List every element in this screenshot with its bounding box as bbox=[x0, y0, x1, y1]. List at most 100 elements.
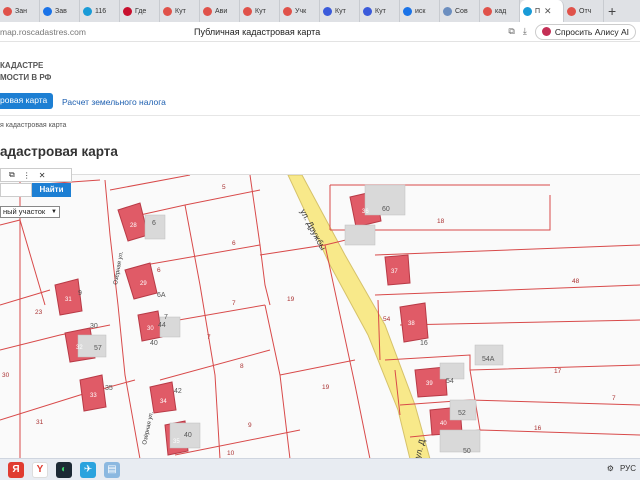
svg-text:34: 34 bbox=[160, 399, 167, 405]
browser-tab[interactable]: Сов bbox=[440, 0, 480, 22]
svg-text:35: 35 bbox=[105, 385, 113, 392]
svg-text:40: 40 bbox=[440, 421, 447, 427]
svg-text:54: 54 bbox=[446, 378, 454, 385]
svg-text:19: 19 bbox=[322, 384, 330, 391]
browser-tab[interactable]: 116 bbox=[80, 0, 120, 22]
browser-tab[interactable]: Зав bbox=[40, 0, 80, 22]
download-icon[interactable]: ⤓ bbox=[523, 26, 527, 37]
street-label: Озёрная ул. bbox=[142, 411, 155, 446]
alice-icon bbox=[541, 27, 551, 36]
close-icon[interactable]: ✕ bbox=[39, 171, 46, 180]
page-title: Публичная кадастровая карта bbox=[194, 26, 321, 37]
svg-text:10: 10 bbox=[227, 450, 235, 457]
svg-text:54: 54 bbox=[383, 316, 391, 323]
svg-text:19: 19 bbox=[287, 296, 295, 303]
copy-icon[interactable]: ⧉ bbox=[9, 170, 15, 180]
svg-text:16: 16 bbox=[420, 340, 428, 347]
cadastral-search-input[interactable] bbox=[0, 183, 32, 197]
tab-favicon-icon bbox=[283, 6, 292, 16]
yandex-icon[interactable]: Y bbox=[32, 461, 48, 478]
object-type-select[interactable]: ный участок ▼ bbox=[0, 206, 60, 218]
svg-text:31: 31 bbox=[36, 419, 44, 426]
browser-tab[interactable]: П ✕ bbox=[520, 0, 564, 22]
tab-label: кад bbox=[495, 7, 507, 15]
browser-tab[interactable]: кад bbox=[480, 0, 520, 22]
tab-label: Учк bbox=[295, 7, 307, 15]
svg-text:30: 30 bbox=[2, 372, 10, 379]
svg-text:40: 40 bbox=[184, 432, 192, 439]
browser-tab[interactable]: иск bbox=[400, 0, 440, 22]
site-logo-text: КАДАСТРЕ МОСТИ В РФ bbox=[0, 60, 51, 84]
alice-button[interactable]: Спросить Алису AI bbox=[534, 23, 636, 40]
svg-text:60: 60 bbox=[382, 206, 390, 213]
svg-text:6A: 6A bbox=[157, 292, 166, 299]
tab-label: Кут bbox=[175, 7, 186, 15]
copy-icon[interactable]: ⧉ bbox=[508, 26, 514, 37]
browser-tab[interactable]: Отч bbox=[564, 0, 604, 22]
tab-label: П bbox=[535, 7, 541, 15]
building-labels: 28 29 30 31 32 33 34 35 36 37 38 39 40 bbox=[65, 209, 447, 445]
terminal-icon[interactable]: ◐ bbox=[56, 461, 72, 478]
browser-tab[interactable]: Зан bbox=[0, 0, 40, 22]
svg-text:39: 39 bbox=[426, 381, 433, 387]
tab-label: Где bbox=[135, 7, 147, 15]
svg-text:50: 50 bbox=[463, 448, 471, 455]
find-button[interactable]: Найти bbox=[32, 183, 71, 197]
telegram-icon[interactable]: ✈ bbox=[80, 461, 96, 478]
svg-text:42: 42 bbox=[174, 388, 182, 395]
chevron-down-icon: ▼ bbox=[51, 209, 57, 215]
tab-favicon-icon bbox=[323, 6, 332, 16]
nav-tab-cadastral-map[interactable]: ровая карта bbox=[0, 93, 54, 109]
tab-label: Зан bbox=[15, 7, 27, 15]
more-icon[interactable]: ⋮ bbox=[23, 171, 31, 180]
new-tab-icon[interactable]: + bbox=[608, 3, 616, 19]
tab-favicon-icon bbox=[43, 6, 52, 16]
notepad-icon[interactable]: ▤ bbox=[104, 461, 120, 478]
site-nav: ровая карта Расчет земельного налога bbox=[0, 88, 640, 116]
tab-label: Кут bbox=[255, 7, 266, 15]
language-indicator[interactable]: РУС bbox=[620, 464, 636, 473]
tab-favicon-icon bbox=[243, 6, 252, 16]
browser-tab[interactable]: Где bbox=[120, 0, 160, 22]
svg-text:17: 17 bbox=[554, 368, 562, 375]
page-heading: адастровая карта bbox=[0, 144, 118, 159]
tab-favicon-icon bbox=[483, 6, 492, 16]
svg-text:7: 7 bbox=[164, 314, 168, 321]
tab-favicon-icon bbox=[203, 6, 212, 16]
tab-favicon-icon bbox=[443, 6, 452, 16]
map-canvas[interactable]: 5 6 6 7 7 8 9 19 19 18 48 17 16 7 23 30 … bbox=[0, 175, 640, 458]
tab-label: 116 bbox=[95, 7, 107, 15]
svg-text:7: 7 bbox=[612, 395, 616, 402]
svg-text:23: 23 bbox=[35, 309, 43, 316]
nav-tab-land-tax[interactable]: Расчет земельного налога bbox=[62, 97, 166, 107]
svg-text:9: 9 bbox=[78, 290, 82, 297]
yandex-browser-icon[interactable]: Я bbox=[8, 461, 24, 478]
cadastral-map[interactable]: 5 6 6 7 7 8 9 19 19 18 48 17 16 7 23 30 … bbox=[0, 174, 640, 458]
map-toolbox: ⧉ ⋮ ✕ bbox=[0, 168, 72, 182]
tab-favicon-icon bbox=[3, 6, 12, 16]
settings-icon[interactable]: ⚙ bbox=[607, 464, 614, 473]
svg-text:7: 7 bbox=[232, 300, 236, 307]
tab-label: Кут bbox=[375, 7, 386, 15]
svg-text:40: 40 bbox=[150, 340, 158, 347]
browser-tab[interactable]: Кут bbox=[320, 0, 360, 22]
browser-tab[interactable]: Учк bbox=[280, 0, 320, 22]
browser-tab[interactable]: Кут bbox=[160, 0, 200, 22]
tab-favicon-icon bbox=[123, 6, 132, 16]
browser-tab[interactable]: Кут bbox=[360, 0, 400, 22]
tab-favicon-icon bbox=[523, 6, 532, 16]
alice-button-label: Спросить Алису AI bbox=[554, 26, 629, 37]
breadcrumb[interactable]: я кадастровая карта bbox=[0, 122, 66, 129]
svg-text:31: 31 bbox=[65, 297, 72, 303]
url-field[interactable]: map.roscadastres.com bbox=[0, 27, 170, 37]
svg-text:7: 7 bbox=[207, 334, 211, 341]
tab-label: Ави bbox=[215, 7, 228, 15]
tab-favicon-icon bbox=[567, 6, 576, 16]
object-type-select-value: ный участок bbox=[3, 207, 46, 216]
svg-text:32: 32 bbox=[76, 345, 83, 351]
tab-close-icon[interactable]: ✕ bbox=[544, 6, 552, 17]
org-line-2: МОСТИ В РФ bbox=[0, 73, 52, 82]
browser-tab[interactable]: Кут bbox=[240, 0, 280, 22]
browser-tab[interactable]: Ави bbox=[200, 0, 240, 22]
svg-text:16: 16 bbox=[534, 425, 542, 432]
